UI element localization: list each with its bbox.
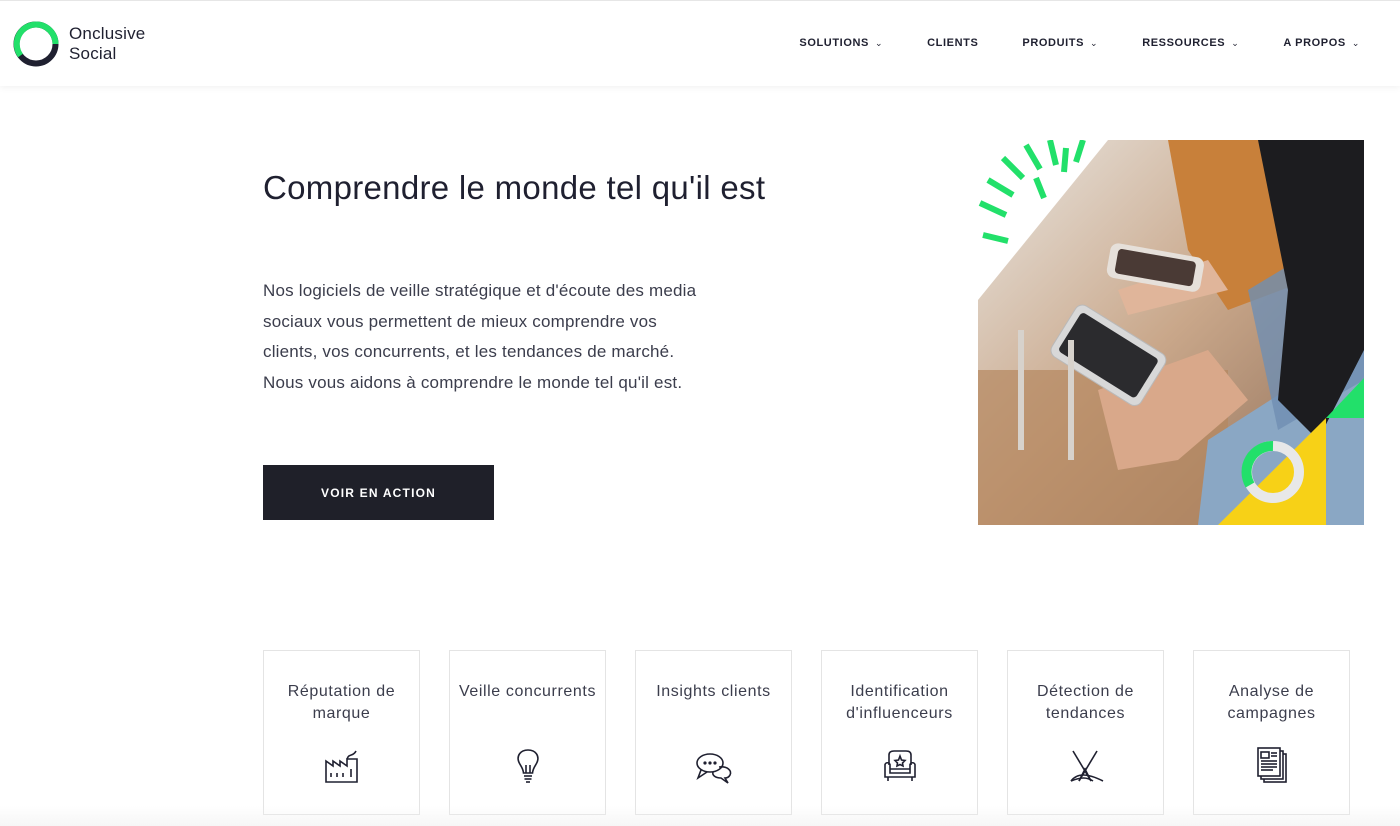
armchair-icon — [881, 747, 919, 785]
card-label: Identification d'influenceurs — [846, 683, 953, 722]
chevron-down-icon: ⌄ — [874, 37, 884, 48]
card-veille-concurrents[interactable]: Veille concurrents — [449, 650, 606, 815]
nav-item-label: PRODUITS — [1022, 37, 1085, 49]
card-label: Réputation de marque — [287, 683, 396, 722]
nav-item-label: CLIENTS — [927, 37, 979, 49]
brand-name: Onclusive Social — [69, 24, 145, 64]
hero-title: Comprendre le monde tel qu'il est — [263, 169, 766, 206]
card-label: Analyse de campagnes — [1227, 683, 1316, 722]
chat-bubbles-icon — [695, 747, 733, 785]
lightbulb-icon — [509, 747, 547, 785]
voir-en-action-button[interactable]: VOIR EN ACTION — [263, 465, 494, 520]
brand-name-line2: Social — [69, 44, 117, 63]
nav-item-solutions[interactable]: SOLUTIONS ⌄ — [799, 37, 883, 49]
nav-item-label: SOLUTIONS — [799, 37, 869, 49]
nav-item-ressources[interactable]: RESSOURCES ⌄ — [1142, 37, 1239, 49]
trend-lines-icon — [1067, 747, 1105, 785]
newspaper-icon — [1253, 747, 1291, 785]
main-nav: SOLUTIONS ⌄ CLIENTS PRODUITS ⌄ RESSOURCE… — [755, 37, 1360, 49]
brand-name-line1: Onclusive — [69, 24, 146, 43]
people-with-smartphones-photo-icon — [978, 139, 1364, 525]
nav-item-produits[interactable]: PRODUITS ⌄ — [1022, 37, 1098, 49]
card-label: Insights clients — [656, 683, 771, 700]
factory-icon — [323, 747, 361, 785]
card-label: Veille concurrents — [458, 683, 597, 700]
card-label: Détection de tendances — [1036, 683, 1135, 722]
nav-item-clients[interactable]: CLIENTS — [927, 37, 978, 49]
hero-image — [978, 139, 1364, 525]
brand-logo[interactable]: Onclusive Social — [12, 20, 145, 68]
onclusive-logo-icon — [13, 21, 59, 67]
chevron-down-icon: ⌄ — [1231, 37, 1240, 48]
card-insights-clients[interactable]: Insights clients — [635, 650, 792, 815]
nav-item-label: A PROPOS — [1283, 37, 1346, 49]
card-analyse-campagnes[interactable]: Analyse de campagnes — [1193, 650, 1350, 815]
card-reputation-de-marque[interactable]: Réputation de marque — [263, 650, 420, 815]
nav-item-a-propos[interactable]: A PROPOS ⌄ — [1283, 37, 1360, 49]
card-detection-tendances[interactable]: Détection de tendances — [1007, 650, 1164, 815]
chevron-down-icon: ⌄ — [1351, 37, 1360, 48]
site-header: Onclusive Social SOLUTIONS ⌄ CLIENTS PRO… — [0, 0, 1400, 86]
hero-description: Nos logiciels de veille stratégique et d… — [263, 281, 697, 392]
nav-item-label: RESSOURCES — [1142, 37, 1226, 49]
card-identification-influenceurs[interactable]: Identification d'influenceurs — [821, 650, 978, 815]
chevron-down-icon: ⌄ — [1090, 37, 1099, 48]
